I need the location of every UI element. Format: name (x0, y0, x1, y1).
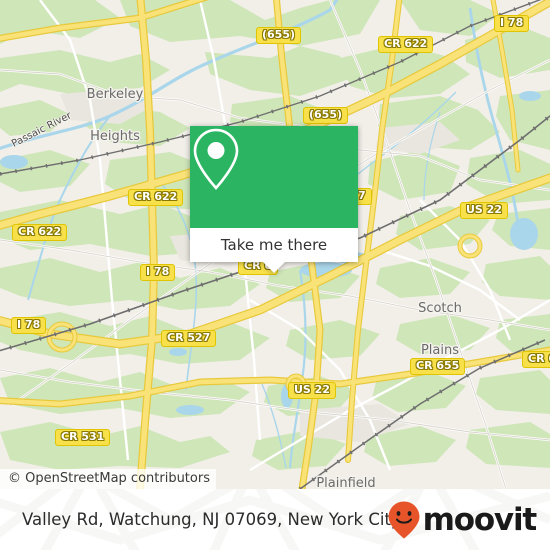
screenshot-root: Berkeley Heights Scotch Plains Plainfiel… (0, 0, 550, 550)
take-me-there-button[interactable]: Take me there (190, 228, 358, 262)
destination-popup[interactable]: Take me there (190, 126, 358, 273)
popup-pointer (263, 262, 285, 273)
popup-image-area (190, 126, 358, 228)
map-canvas[interactable]: Berkeley Heights Scotch Plains Plainfiel… (0, 0, 550, 489)
map-pin-icon (193, 128, 239, 190)
moovit-wordmark: moovit (422, 501, 538, 538)
moovit-logo: moovit (387, 500, 538, 540)
address-label: Valley Rd, Watchung, NJ 07069, New York … (22, 510, 401, 529)
moovit-pin-icon (388, 501, 420, 538)
footer-bar: Valley Rd, Watchung, NJ 07069, New York … (0, 489, 550, 550)
take-me-there-label: Take me there (220, 236, 328, 254)
osm-attribution[interactable]: © OpenStreetMap contributors (0, 469, 216, 489)
